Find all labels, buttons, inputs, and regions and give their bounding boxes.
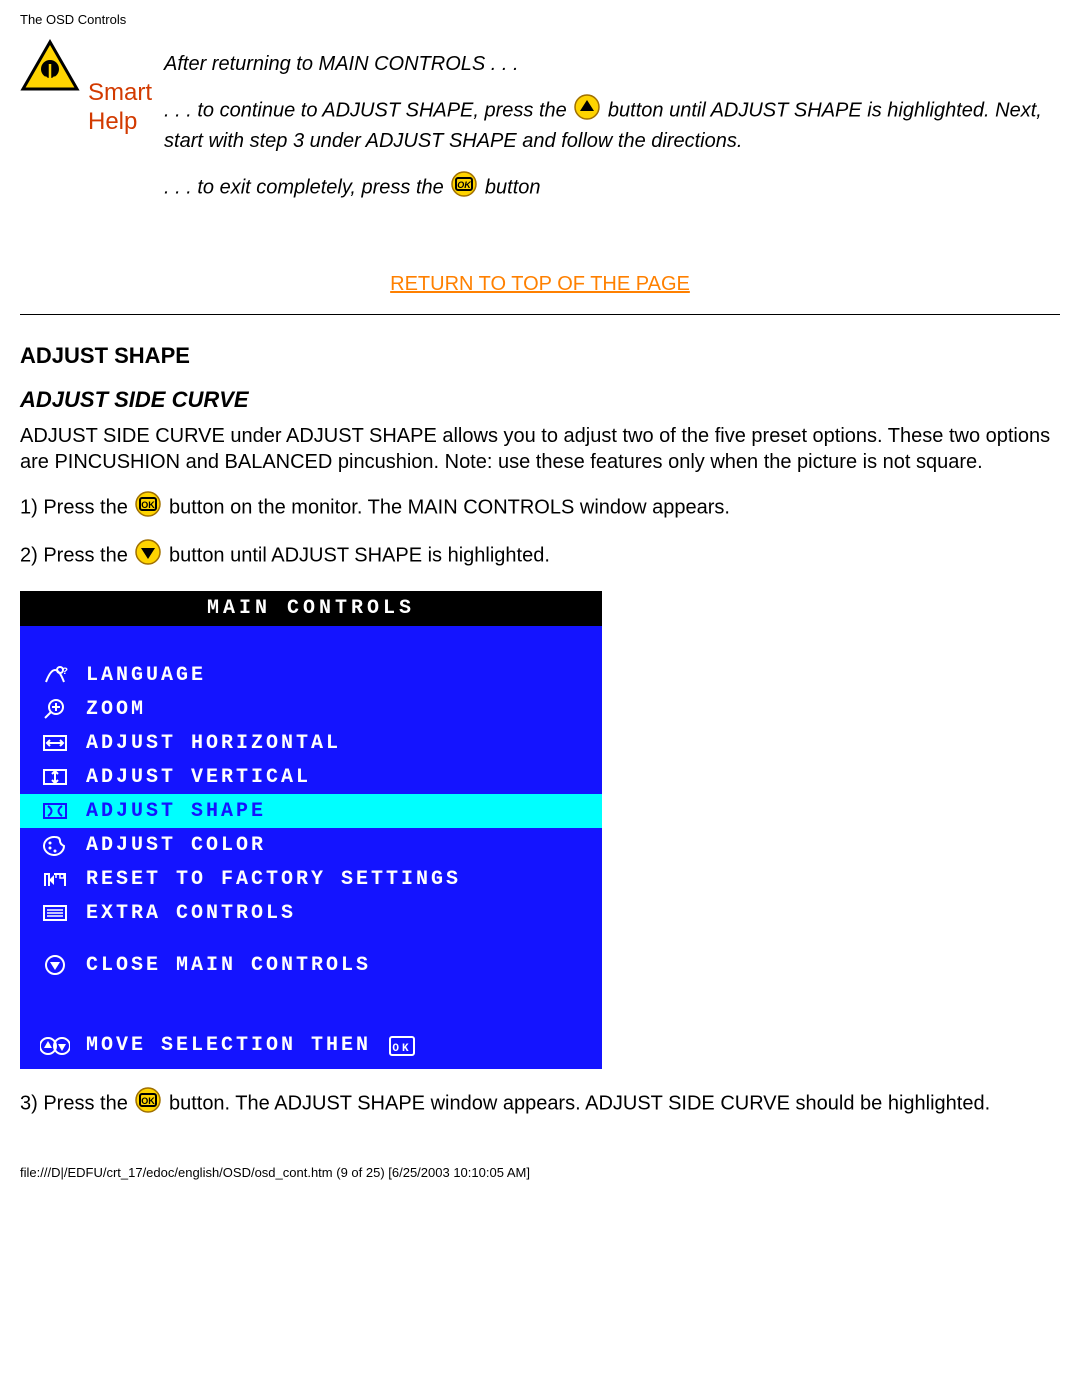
osd-item-icon bbox=[38, 834, 72, 856]
return-to-top-link-wrap: RETURN TO TOP OF THE PAGE bbox=[20, 273, 1060, 296]
osd-item-icon bbox=[38, 732, 72, 754]
osd-item-label: ADJUST SHAPE bbox=[86, 800, 266, 823]
osd-item-icon bbox=[38, 800, 72, 822]
osd-item: ADJUST SHAPE bbox=[20, 794, 602, 828]
osd-footer-text: MOVE SELECTION THEN bbox=[86, 1034, 371, 1057]
section-divider bbox=[20, 314, 1060, 315]
smart-text: Smart bbox=[88, 79, 152, 106]
section-title: ADJUST SHAPE bbox=[20, 343, 1060, 369]
osd-item-label: ADJUST HORIZONTAL bbox=[86, 732, 341, 755]
after-returning-line: After returning to MAIN CONTROLS . . . bbox=[164, 51, 1060, 78]
updown-icon bbox=[38, 1035, 72, 1057]
osd-item-icon bbox=[38, 766, 72, 788]
svg-text:OK: OK bbox=[392, 1043, 411, 1055]
ok-box-icon: OK bbox=[385, 1036, 419, 1056]
osd-item-icon bbox=[38, 698, 72, 720]
continue-line: . . . to continue to ADJUST SHAPE, press… bbox=[164, 94, 1060, 155]
osd-item: EXTRA CONTROLS bbox=[20, 896, 602, 930]
osd-item: ZOOM bbox=[20, 692, 602, 726]
down-button-icon bbox=[135, 539, 161, 573]
osd-item-icon bbox=[38, 902, 72, 924]
exit-text-b: button bbox=[485, 176, 541, 198]
osd-item-label: ZOOM bbox=[86, 698, 146, 721]
osd-item: ? LANGUAGE bbox=[20, 658, 602, 692]
osd-close-row: CLOSE MAIN CONTROLS bbox=[20, 948, 602, 982]
osd-item: ADJUST HORIZONTAL bbox=[20, 726, 602, 760]
osd-footer: MOVE SELECTION THEN OK bbox=[20, 1020, 602, 1069]
smart-help-label: Smart Help bbox=[88, 79, 152, 137]
smart-help-block: Smart Help After returning to MAIN CONTR… bbox=[20, 39, 1060, 221]
return-to-top-link[interactable]: RETURN TO TOP OF THE PAGE bbox=[390, 273, 690, 295]
osd-item: ADJUST COLOR bbox=[20, 828, 602, 862]
continue-text-a: . . . to continue to ADJUST SHAPE, press… bbox=[164, 99, 572, 121]
osd-close-label: CLOSE MAIN CONTROLS bbox=[86, 954, 371, 977]
exit-text-a: . . . to exit completely, press the bbox=[164, 176, 449, 198]
warning-triangle-icon bbox=[20, 39, 86, 95]
up-button-icon bbox=[574, 94, 600, 128]
exit-line: . . . to exit completely, press the butt… bbox=[164, 171, 1060, 205]
intro-paragraph: ADJUST SIDE CURVE under ADJUST SHAPE all… bbox=[20, 423, 1060, 475]
osd-title: MAIN CONTROLS bbox=[20, 591, 602, 626]
step-2: 2) Press the button until ADJUST SHAPE i… bbox=[20, 539, 1060, 573]
page-header: The OSD Controls bbox=[20, 0, 1060, 33]
ok-button-icon bbox=[135, 491, 161, 525]
ok-button-icon bbox=[135, 1087, 161, 1121]
ok-button-icon bbox=[451, 171, 477, 205]
step-2-a: 2) Press the bbox=[20, 544, 133, 566]
footer-path: file:///D|/EDFU/crt_17/edoc/english/OSD/… bbox=[20, 1135, 1060, 1190]
step-1-a: 1) Press the bbox=[20, 496, 133, 518]
step-3-a: 3) Press the bbox=[20, 1092, 133, 1114]
osd-item-label: LANGUAGE bbox=[86, 664, 206, 687]
step-1-b: button on the monitor. The MAIN CONTROLS… bbox=[169, 496, 730, 518]
osd-item-label: ADJUST VERTICAL bbox=[86, 766, 311, 789]
step-3-b: button. The ADJUST SHAPE window appears.… bbox=[169, 1092, 990, 1114]
help-text: Help bbox=[88, 108, 152, 137]
section-subtitle: ADJUST SIDE CURVE bbox=[20, 387, 1060, 413]
osd-item: RESET TO FACTORY SETTINGS bbox=[20, 862, 602, 896]
step-1: 1) Press the button on the monitor. The … bbox=[20, 491, 1060, 525]
osd-item-icon: ? bbox=[38, 664, 72, 686]
osd-item: ADJUST VERTICAL bbox=[20, 760, 602, 794]
step-3: 3) Press the button. The ADJUST SHAPE wi… bbox=[20, 1087, 1060, 1121]
osd-item-icon bbox=[38, 868, 72, 890]
close-down-icon bbox=[38, 954, 72, 976]
osd-item-label: EXTRA CONTROLS bbox=[86, 902, 296, 925]
osd-screenshot: MAIN CONTROLS ? LANGUAGE ZOOM ADJUST HORIZO… bbox=[20, 591, 602, 1069]
osd-item-label: ADJUST COLOR bbox=[86, 834, 266, 857]
svg-text:?: ? bbox=[62, 667, 68, 678]
step-2-b: button until ADJUST SHAPE is highlighted… bbox=[169, 544, 550, 566]
osd-item-label: RESET TO FACTORY SETTINGS bbox=[86, 868, 461, 891]
